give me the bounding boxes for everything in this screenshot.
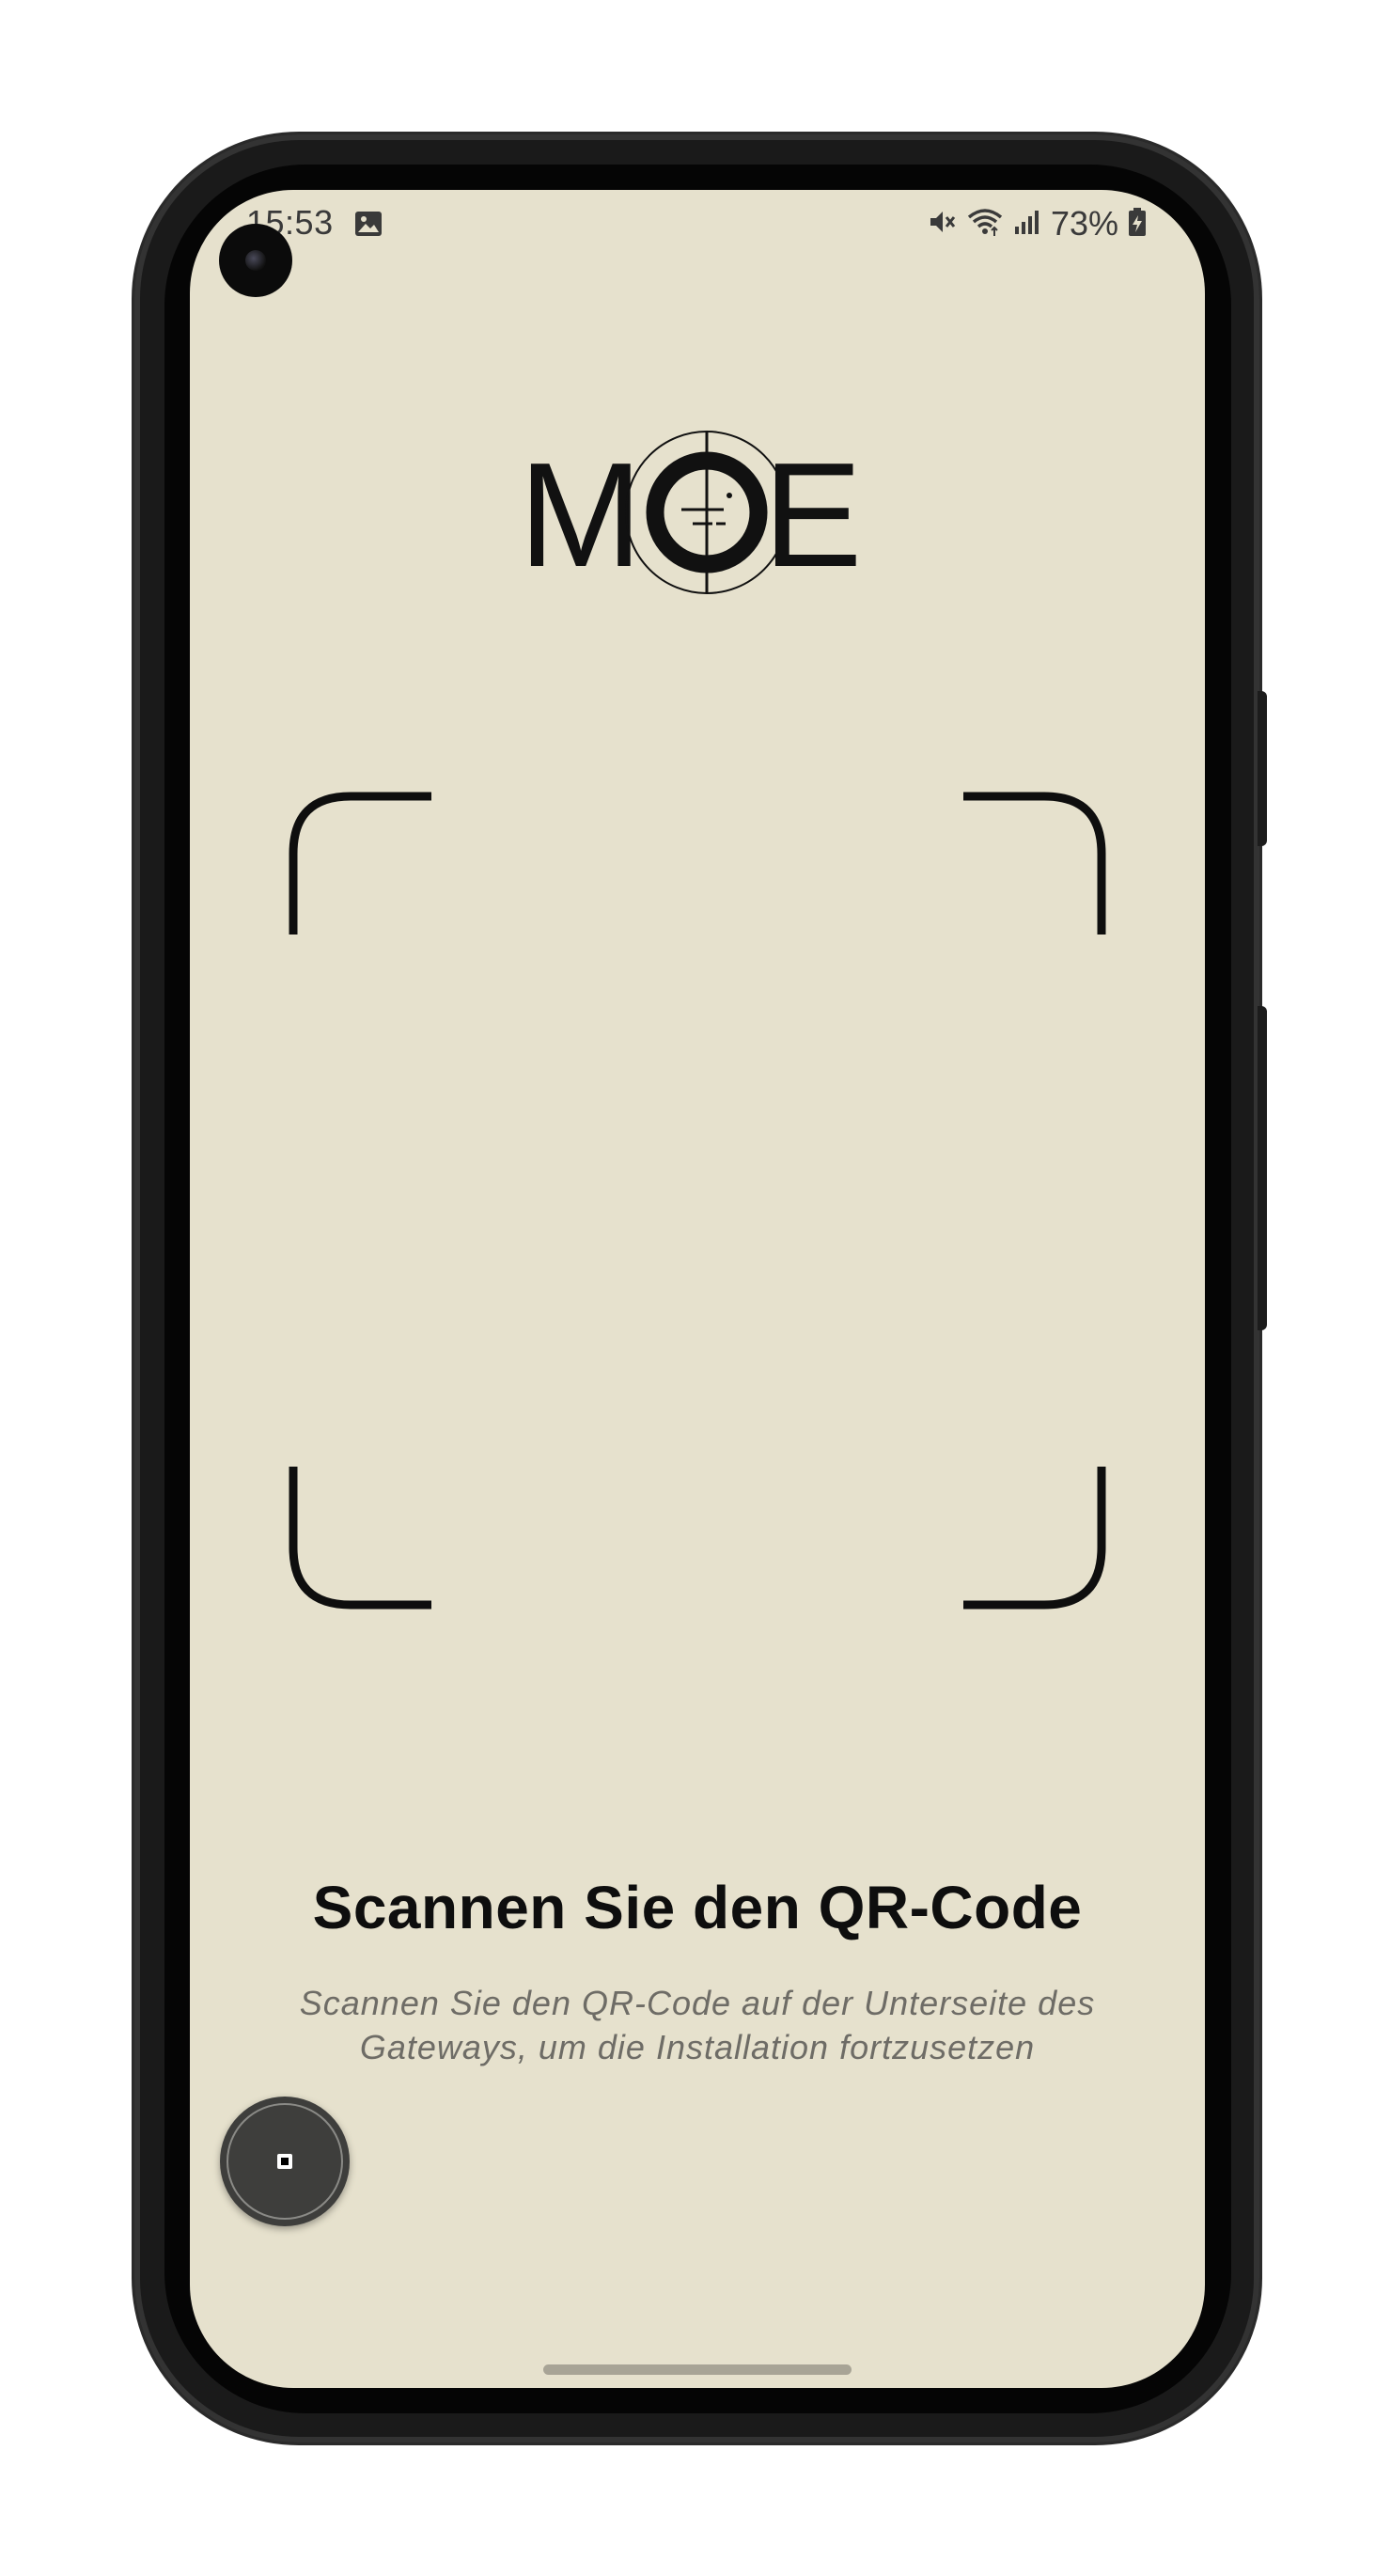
volume-button [1258, 1006, 1267, 1330]
wifi-icon [966, 207, 1004, 242]
battery-percent: 73% [1050, 204, 1118, 243]
frame-corner-top-right [963, 792, 1106, 935]
signal-icon [1013, 208, 1041, 241]
mute-icon [927, 207, 957, 242]
status-icons: 73% [927, 203, 1147, 244]
power-button [1258, 691, 1267, 846]
assistive-dot-icon [277, 2154, 292, 2169]
scan-title: Scannen Sie den QR-Code [312, 1874, 1083, 1941]
app-screen: 15:53 73% M E Scannen Sie den QR-Code Sc… [190, 190, 1205, 2388]
home-indicator[interactable] [543, 2364, 852, 2375]
scan-description: Scannen Sie den QR-Code auf der Untersei… [299, 1984, 1096, 2066]
assistive-menu-button[interactable] [220, 2097, 350, 2226]
status-bar: 15:53 73% [190, 190, 1205, 265]
qr-scanner-frame [289, 792, 1106, 1610]
moe-logo: M E [509, 427, 885, 598]
battery-charging-icon [1128, 207, 1147, 242]
front-camera [219, 224, 292, 297]
logo-letter-m: M [519, 432, 643, 596]
logo-letter-e: E [763, 432, 862, 596]
frame-corner-bottom-left [289, 1467, 431, 1610]
frame-corner-top-left [289, 792, 431, 935]
frame-corner-bottom-right [963, 1467, 1106, 1610]
gallery-notification-icon [354, 211, 383, 242]
